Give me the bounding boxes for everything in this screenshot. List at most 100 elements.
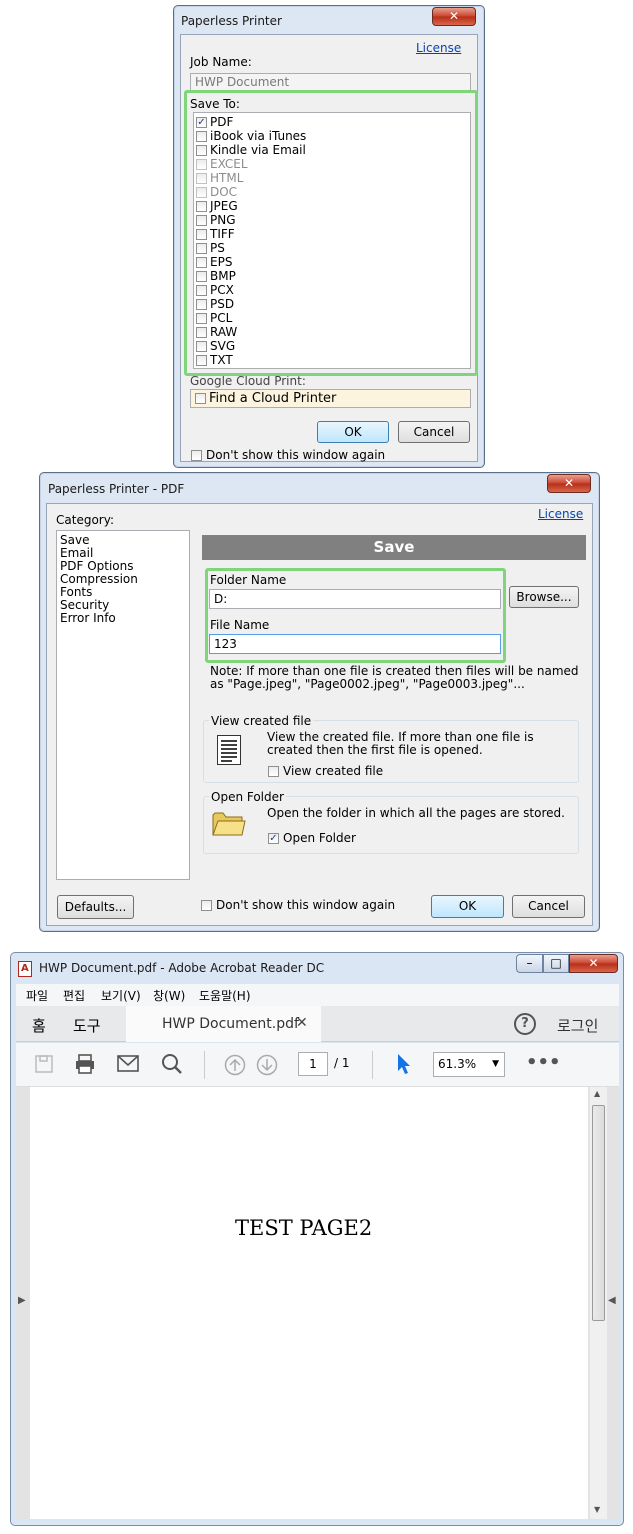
dont-show-checkbox[interactable] <box>191 450 202 461</box>
license-link[interactable]: License <box>416 41 461 55</box>
print-icon[interactable] <box>74 1053 96 1078</box>
toolbar-divider <box>372 1051 373 1079</box>
view-created-file-checkbox[interactable] <box>268 766 279 777</box>
next-page-icon[interactable] <box>256 1054 278 1079</box>
category-items: Save Email PDF Options Compression Fonts Secu… <box>60 533 186 653</box>
search-icon[interactable] <box>161 1053 183 1078</box>
section-title: Save <box>373 538 415 556</box>
minimize-button[interactable]: – <box>516 954 543 973</box>
dont-show-checkbox[interactable] <box>201 900 212 911</box>
section-header: Save <box>202 535 586 560</box>
view-desc-line-1: View the created file. If more than one … <box>267 730 534 744</box>
tab-tools[interactable]: 도구 <box>73 1015 101 1036</box>
previous-page-icon[interactable] <box>224 1054 246 1079</box>
scroll-up-icon[interactable]: ▲ <box>594 1089 600 1098</box>
open-desc: Open the folder in which all the pages a… <box>267 806 565 820</box>
cloud-printer-field[interactable]: Find a Cloud Printer <box>190 389 471 408</box>
pdf-page: TEST PAGE2 <box>30 1087 588 1519</box>
menu-item-4[interactable]: 도움말(H) <box>199 987 251 1004</box>
dialog-body: License Category: Save Email PDF Options Co… <box>46 503 593 926</box>
job-name-label: Job Name: <box>190 55 252 69</box>
pdf-app-icon: A <box>18 961 32 977</box>
chevron-down-icon: ▼ <box>492 1059 499 1069</box>
job-name-field[interactable]: HWP Document <box>190 73 471 91</box>
google-cloud-label: Google Cloud Print: <box>190 374 306 388</box>
cancel-button[interactable]: Cancel <box>512 895 585 918</box>
maximize-button[interactable]: □ <box>543 954 569 973</box>
toolbar: 1 / 1 61.3% ▼ ••• <box>16 1043 619 1087</box>
vertical-scrollbar[interactable]: ▲ ▼ <box>590 1087 607 1519</box>
dont-show-label: Don't show this window again <box>206 448 386 462</box>
document-tab[interactable]: HWP Document.pdf ✕ <box>126 1006 321 1042</box>
left-pane-toggle-icon[interactable]: ▶ <box>18 1295 26 1306</box>
menu-item-2[interactable]: 보기(V) <box>101 987 141 1004</box>
page-number-input[interactable]: 1 <box>298 1052 328 1076</box>
note-line-1: Note: If more than one file is created t… <box>210 664 579 678</box>
folder-file-highlight <box>205 568 506 663</box>
close-icon: ✕ <box>448 9 460 23</box>
minimize-icon: – <box>526 956 533 970</box>
category-item-compression[interactable]: Compression <box>60 572 138 586</box>
open-folder-group <box>203 796 579 854</box>
license-link[interactable]: License <box>538 507 583 521</box>
document-area: ▶ TEST PAGE2 ▲ ▼ ◀ <box>16 1087 619 1519</box>
close-tab-icon[interactable]: ✕ <box>296 1015 308 1031</box>
acrobat-window: A HWP Document.pdf - Adobe Acrobat Reade… <box>10 952 624 1526</box>
tab-bar: 홈 도구 HWP Document.pdf ✕ ? 로그인 <box>16 1006 619 1042</box>
page-text: TEST PAGE2 <box>235 1216 373 1240</box>
zoom-value: 61.3% <box>438 1057 477 1071</box>
category-item-error-info[interactable]: Error Info <box>60 611 116 625</box>
scrollbar-thumb[interactable] <box>592 1105 605 1321</box>
view-group-title: View created file <box>209 714 314 728</box>
menu-item-0[interactable]: 파일 <box>26 987 48 1004</box>
zoom-select[interactable]: 61.3% ▼ <box>433 1052 505 1077</box>
page-total: / 1 <box>334 1056 350 1070</box>
open-folder-label: Open Folder <box>283 831 356 845</box>
close-icon: ✕ <box>563 476 575 490</box>
document-icon <box>217 735 241 765</box>
category-item-email[interactable]: Email <box>60 546 93 560</box>
ok-button[interactable]: OK <box>431 895 504 918</box>
help-icon[interactable]: ? <box>514 1013 536 1035</box>
email-icon[interactable] <box>117 1055 139 1076</box>
close-button[interactable]: ✕ <box>547 474 591 493</box>
paperless-printer-pdf-dialog: Paperless Printer - PDF ✕ License Catego… <box>39 472 600 932</box>
category-item-security[interactable]: Security <box>60 598 109 612</box>
open-folder-checkbox[interactable]: ✓ <box>268 833 279 844</box>
maximize-icon: □ <box>550 956 562 970</box>
select-tool-icon[interactable] <box>396 1053 412 1078</box>
cloud-printer-checkbox[interactable] <box>195 393 206 404</box>
note-line-2: as "Page.jpeg", "Page0002.jpeg", "Page00… <box>210 677 525 691</box>
paperless-printer-dialog: Paperless Printer ✕ License Job Name: HW… <box>173 5 485 468</box>
login-button[interactable]: 로그인 <box>557 1015 598 1036</box>
close-icon: ✕ <box>588 956 599 970</box>
category-list: Save Email PDF Options Compression Fonts Secu… <box>56 530 190 880</box>
ok-button[interactable]: OK <box>317 421 389 443</box>
dialog-title: Paperless Printer <box>181 14 282 28</box>
right-pane-toggle-icon[interactable]: ◀ <box>608 1295 616 1306</box>
toolbar-divider <box>204 1051 205 1079</box>
browse-button[interactable]: Browse... <box>509 586 579 608</box>
scroll-down-icon[interactable]: ▼ <box>594 1505 600 1514</box>
window-controls: – □ ✕ <box>516 954 619 974</box>
menu-item-3[interactable]: 창(W) <box>153 987 185 1004</box>
save-icon[interactable] <box>34 1054 54 1077</box>
close-button[interactable]: ✕ <box>569 954 618 973</box>
category-item-save[interactable]: Save <box>60 533 89 547</box>
cloud-printer-label: Find a Cloud Printer <box>209 391 337 406</box>
more-tools-icon[interactable]: ••• <box>526 1052 561 1073</box>
open-group-title: Open Folder <box>209 790 286 804</box>
window-title: HWP Document.pdf - Adobe Acrobat Reader … <box>39 961 325 975</box>
cancel-button[interactable]: Cancel <box>398 421 470 443</box>
dialog-title: Paperless Printer - PDF <box>48 482 185 496</box>
close-button[interactable]: ✕ <box>432 7 476 26</box>
document-tab-label: HWP Document.pdf <box>162 1016 299 1032</box>
category-item-fonts[interactable]: Fonts <box>60 585 92 599</box>
tab-home[interactable]: 홈 <box>32 1015 46 1036</box>
save-to-highlight <box>184 90 478 376</box>
folder-icon <box>212 809 246 840</box>
category-item-pdf-options[interactable]: PDF Options <box>60 559 134 573</box>
menu-item-1[interactable]: 편집 <box>63 987 85 1004</box>
defaults-button[interactable]: Defaults... <box>57 895 134 919</box>
dont-show-label: Don't show this window again <box>216 898 396 912</box>
